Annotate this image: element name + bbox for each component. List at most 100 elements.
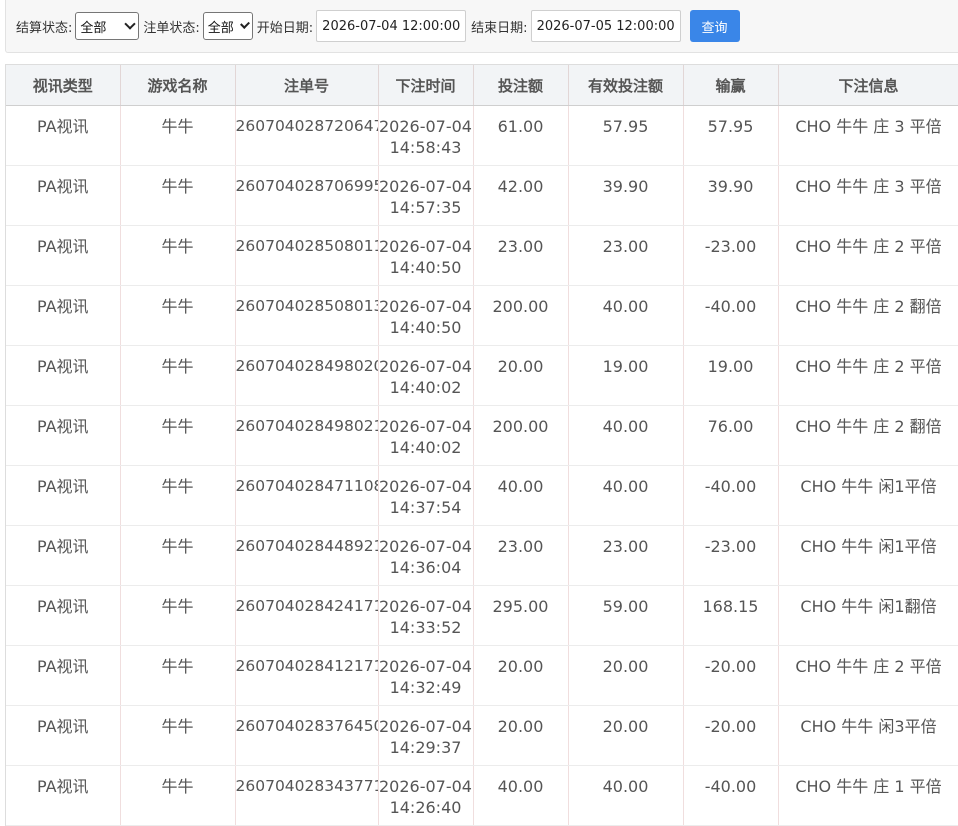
table-row: PA视讯 牛牛 260704028376450 2026-07-04 14:29:37 2… bbox=[6, 705, 958, 766]
cell-valid-bet: 39.90 bbox=[568, 165, 684, 226]
cell-win-loss: -20.00 bbox=[683, 645, 779, 706]
cell-bet-id: 260704028498021 bbox=[235, 405, 379, 466]
cell-bet-time: 2026-07-04 14:40:02 bbox=[378, 345, 474, 406]
cell-bet-info: CHO 牛牛 庄 2 平倍 bbox=[778, 345, 958, 406]
cell-bet-id: 260704028508013 bbox=[235, 285, 379, 346]
table-row: PA视讯 牛牛 260704028343771 2026-07-04 14:26:40 4… bbox=[6, 765, 958, 826]
cell-video-type: PA视讯 bbox=[6, 285, 121, 346]
end-date-label: 结束日期: bbox=[471, 20, 528, 36]
bet-date: 2026-07-04 bbox=[379, 657, 472, 676]
bet-clock-time: 14:37:54 bbox=[389, 498, 462, 517]
start-date-input[interactable] bbox=[316, 10, 467, 42]
cell-bet-time: 2026-07-04 14:58:43 bbox=[378, 105, 474, 166]
table-row: PA视讯 牛牛 260704028706995 2026-07-04 14:57:35 4… bbox=[6, 165, 958, 226]
chevron-down-icon bbox=[239, 19, 250, 29]
cell-valid-bet: 40.00 bbox=[568, 765, 684, 826]
cell-bet-time: 2026-07-04 14:40:50 bbox=[378, 285, 474, 346]
cell-bet-amount: 200.00 bbox=[473, 405, 569, 466]
bet-date: 2026-07-04 bbox=[379, 237, 472, 256]
cell-bet-id: 260704028720647 bbox=[235, 105, 379, 166]
header-bet-info: 下注信息 bbox=[778, 65, 958, 106]
bet-date: 2026-07-04 bbox=[379, 777, 472, 796]
bet-clock-time: 14:40:02 bbox=[389, 438, 462, 457]
query-button[interactable]: 查询 bbox=[689, 10, 740, 42]
cell-bet-info: CHO 牛牛 闲1平倍 bbox=[778, 525, 958, 586]
cell-win-loss: -40.00 bbox=[683, 765, 779, 826]
cell-video-type: PA视讯 bbox=[6, 345, 121, 406]
cell-bet-time: 2026-07-04 14:40:02 bbox=[378, 405, 474, 466]
table-row: PA视讯 牛牛 260704028448921 2026-07-04 14:36:04 2… bbox=[6, 525, 958, 586]
header-valid-bet: 有效投注额 bbox=[568, 65, 684, 106]
settle-status-select[interactable]: 全部 bbox=[75, 12, 140, 40]
header-bet-id: 注单号 bbox=[235, 65, 379, 106]
cell-bet-info: CHO 牛牛 庄 1 平倍 bbox=[778, 765, 958, 826]
cell-bet-amount: 40.00 bbox=[473, 465, 569, 526]
cell-valid-bet: 59.00 bbox=[568, 585, 684, 646]
cell-win-loss: 168.15 bbox=[683, 585, 779, 646]
cell-bet-amount: 20.00 bbox=[473, 705, 569, 766]
filter-bar: 结算状态: 全部 注单状态: 全部 开始日期: 结束日期: 查询 bbox=[5, 0, 958, 53]
header-win-loss: 输赢 bbox=[683, 65, 779, 106]
cell-game-name: 牛牛 bbox=[120, 405, 236, 466]
cell-valid-bet: 20.00 bbox=[568, 645, 684, 706]
cell-game-name: 牛牛 bbox=[120, 765, 236, 826]
cell-bet-info: CHO 牛牛 庄 2 平倍 bbox=[778, 225, 958, 286]
cell-bet-amount: 23.00 bbox=[473, 525, 569, 586]
cell-bet-info: CHO 牛牛 闲1翻倍 bbox=[778, 585, 958, 646]
cell-bet-id: 260704028448921 bbox=[235, 525, 379, 586]
cell-video-type: PA视讯 bbox=[6, 765, 121, 826]
cell-bet-id: 260704028471108 bbox=[235, 465, 379, 526]
bet-date: 2026-07-04 bbox=[379, 477, 472, 496]
bet-date: 2026-07-04 bbox=[379, 717, 472, 736]
cell-video-type: PA视讯 bbox=[6, 405, 121, 466]
cell-bet-info: CHO 牛牛 庄 2 翻倍 bbox=[778, 405, 958, 466]
cell-bet-id: 260704028706995 bbox=[235, 165, 379, 226]
order-status-select[interactable]: 全部 bbox=[202, 12, 253, 40]
cell-bet-time: 2026-07-04 14:40:50 bbox=[378, 225, 474, 286]
cell-video-type: PA视讯 bbox=[6, 465, 121, 526]
cell-bet-amount: 295.00 bbox=[473, 585, 569, 646]
cell-valid-bet: 23.00 bbox=[568, 525, 684, 586]
cell-bet-id: 260704028508011 bbox=[235, 225, 379, 286]
bet-clock-time: 14:57:35 bbox=[389, 198, 462, 217]
end-date-input[interactable] bbox=[530, 10, 681, 42]
header-bet-time: 下注时间 bbox=[378, 65, 474, 106]
cell-bet-time: 2026-07-04 14:26:40 bbox=[378, 765, 474, 826]
bet-clock-time: 14:58:43 bbox=[389, 138, 462, 157]
cell-bet-time: 2026-07-04 14:33:52 bbox=[378, 585, 474, 646]
cell-bet-id: 260704028424171 bbox=[235, 585, 379, 646]
table-row: PA视讯 牛牛 260704028508013 2026-07-04 14:40:50 2… bbox=[6, 285, 958, 346]
bet-clock-time: 14:40:50 bbox=[389, 258, 462, 277]
cell-bet-id: 260704028498020 bbox=[235, 345, 379, 406]
cell-game-name: 牛牛 bbox=[120, 585, 236, 646]
cell-game-name: 牛牛 bbox=[120, 465, 236, 526]
cell-bet-info: CHO 牛牛 庄 2 平倍 bbox=[778, 645, 958, 706]
table-row: PA视讯 牛牛 260704028412171 2026-07-04 14:32:49 2… bbox=[6, 645, 958, 706]
header-bet-amount: 投注额 bbox=[473, 65, 569, 106]
bet-date: 2026-07-04 bbox=[379, 297, 472, 316]
cell-bet-time: 2026-07-04 14:36:04 bbox=[378, 525, 474, 586]
cell-bet-amount: 20.00 bbox=[473, 645, 569, 706]
bet-clock-time: 14:32:49 bbox=[389, 678, 462, 697]
cell-win-loss: -40.00 bbox=[683, 465, 779, 526]
cell-bet-info: CHO 牛牛 庄 2 翻倍 bbox=[778, 285, 958, 346]
header-video-type: 视讯类型 bbox=[6, 65, 121, 106]
cell-valid-bet: 40.00 bbox=[568, 405, 684, 466]
cell-valid-bet: 23.00 bbox=[568, 225, 684, 286]
header-game-name: 游戏名称 bbox=[120, 65, 236, 106]
bet-date: 2026-07-04 bbox=[379, 357, 472, 376]
bet-date: 2026-07-04 bbox=[379, 597, 472, 616]
cell-bet-info: CHO 牛牛 闲3平倍 bbox=[778, 705, 958, 766]
bet-date: 2026-07-04 bbox=[379, 117, 472, 136]
cell-valid-bet: 40.00 bbox=[568, 285, 684, 346]
cell-game-name: 牛牛 bbox=[120, 705, 236, 766]
cell-video-type: PA视讯 bbox=[6, 585, 121, 646]
cell-win-loss: 57.95 bbox=[683, 105, 779, 166]
cell-bet-id: 260704028412171 bbox=[235, 645, 379, 706]
cell-game-name: 牛牛 bbox=[120, 345, 236, 406]
bet-records-table: 视讯类型 游戏名称 注单号 下注时间 投注额 有效投注额 输赢 下注信息 PA视… bbox=[5, 64, 958, 826]
cell-game-name: 牛牛 bbox=[120, 285, 236, 346]
cell-bet-time: 2026-07-04 14:37:54 bbox=[378, 465, 474, 526]
cell-video-type: PA视讯 bbox=[6, 645, 121, 706]
cell-video-type: PA视讯 bbox=[6, 165, 121, 226]
